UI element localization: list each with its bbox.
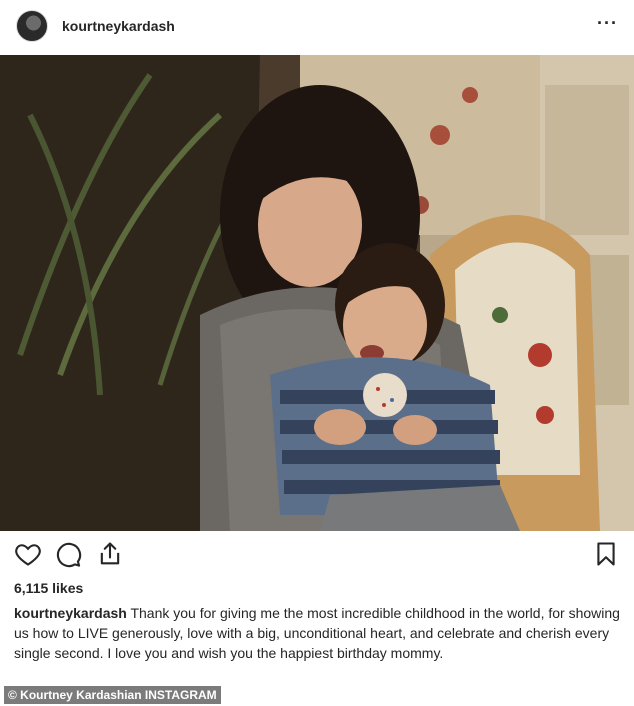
photo-illustration (0, 55, 634, 531)
comment-icon[interactable] (54, 540, 82, 573)
like-count[interactable]: 6,115 likes (14, 580, 83, 596)
post-photo[interactable] (0, 55, 634, 531)
more-options-icon[interactable]: ··· (597, 14, 618, 32)
post-actions (0, 540, 634, 574)
bookmark-icon[interactable] (592, 540, 620, 573)
share-icon[interactable] (96, 540, 124, 573)
heart-icon[interactable] (14, 540, 42, 573)
post-caption: kourtneykardash Thank you for giving me … (14, 603, 620, 663)
photo-credit: © Kourtney Kardashian INSTAGRAM (4, 686, 221, 704)
avatar[interactable] (16, 10, 48, 42)
username-link[interactable]: kourtneykardash (62, 18, 175, 34)
caption-username[interactable]: kourtneykardash (14, 605, 127, 621)
post-header: kourtneykardash ··· (0, 0, 634, 52)
